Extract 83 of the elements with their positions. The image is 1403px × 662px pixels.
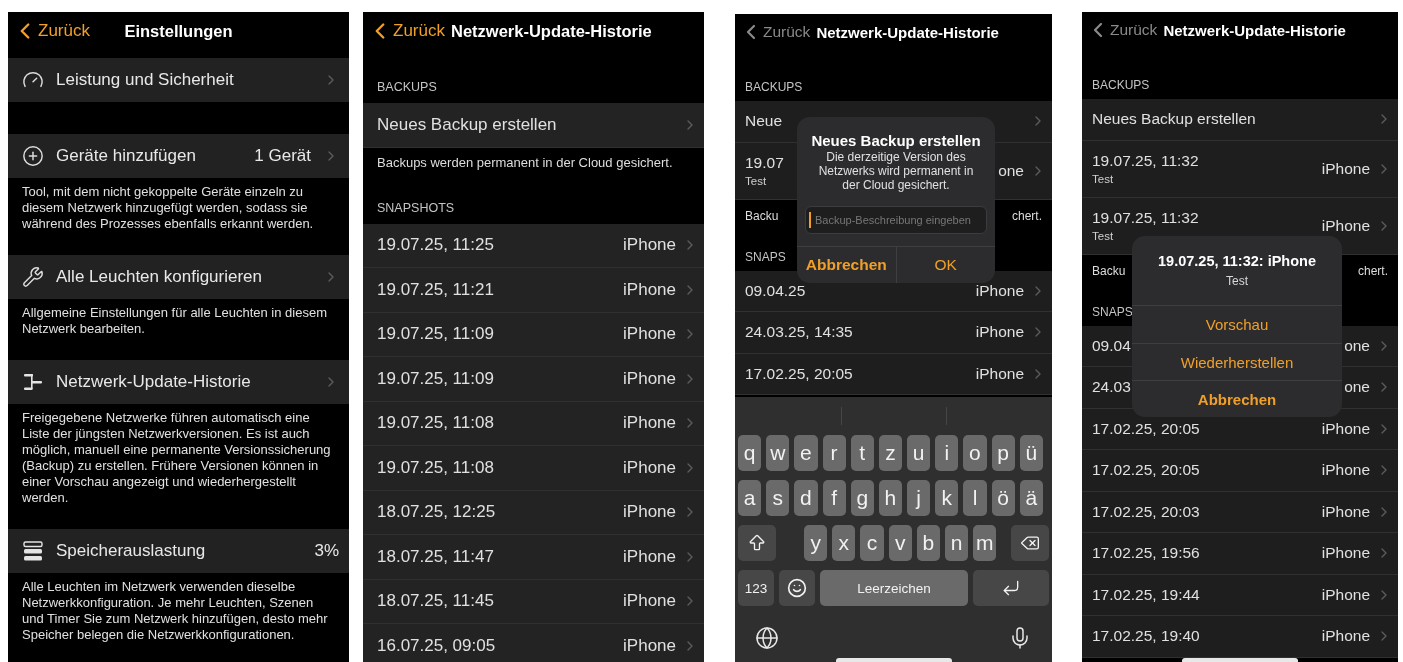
- row-label: 19.07.25, 11:08: [377, 457, 494, 478]
- row-description: Allgemeine Einstellungen für alle Leuchten in diesem Netzwerk bearbeiten.: [21, 304, 328, 338]
- device-label: one: [1344, 336, 1370, 355]
- screen-title: Netzwerk-Update-Historie: [1163, 21, 1346, 39]
- section-footer: Backu: [745, 207, 779, 224]
- row-label: 17.02.25, 19:40: [1092, 627, 1200, 646]
- screen-title: Einstellungen: [124, 21, 233, 41]
- row-label: 19.07.25, 11:08: [377, 413, 494, 434]
- row-description: Alle Leuchten im Netzwerk verwenden dieselbe Netzwerkkonfiguration. Je mehr Leuchten, Szenen und Timer Sie zum Netzwerk hinzufügen, desto mehr Speicher belegen die Netzwerkkonfigurationen.: [21, 578, 329, 644]
- row-label: 17.02.25, 20:05: [1092, 461, 1200, 480]
- device-label: iPhone: [1321, 627, 1370, 646]
- sheet-message: Test: [1226, 274, 1248, 289]
- device-label: iPhone: [975, 281, 1024, 300]
- row-note: Test: [745, 175, 767, 187]
- row-label: Speicherauslastung: [56, 541, 207, 561]
- row-label: 17.02.25, 19:44: [1092, 585, 1200, 604]
- row-label: Netzwerk-Update-Historie: [56, 372, 252, 392]
- device-label: iPhone: [1321, 419, 1370, 438]
- row-value: 1 Gerät: [254, 146, 311, 166]
- row-label: 09.04.25: [745, 281, 806, 300]
- row-value: 3%: [314, 541, 339, 561]
- row-label: 17.02.25, 20:03: [1092, 502, 1200, 521]
- device-label: iPhone: [1321, 216, 1370, 235]
- screen-title: Netzwerk-Update-Historie: [450, 21, 652, 41]
- row-label: 18.07.25, 11:45: [377, 591, 494, 612]
- device-label: one: [998, 161, 1024, 180]
- device-label: iPhone: [623, 368, 676, 389]
- row-label: 18.07.25, 11:47: [377, 546, 494, 567]
- device-label: iPhone: [1321, 502, 1370, 521]
- section-header: BACKUPS: [1092, 78, 1150, 93]
- row-label: Geräte hinzufügen: [56, 146, 197, 166]
- section-header: BACKUPS: [745, 80, 803, 95]
- row-description: Tool, mit dem nicht gekoppelte Geräte einzeln zu diesem Netzwerk hinzugefügt werden, sodass sie während des Prozesses ebenfalls erkannt werden.: [21, 183, 315, 233]
- device-label: iPhone: [623, 324, 676, 345]
- device-label: iPhone: [623, 457, 676, 478]
- device-label: iPhone: [975, 364, 1024, 383]
- device-label: one: [1344, 378, 1370, 397]
- section-header: BACKUPS: [377, 80, 437, 95]
- section-footer: chert.: [1012, 207, 1042, 224]
- device-label: iPhone: [623, 279, 676, 300]
- device-label: iPhone: [623, 235, 676, 256]
- row-label: 19.07.25, 11:09: [377, 368, 494, 389]
- section-header: SNAPS: [745, 249, 786, 265]
- row-label: 24.03.25, 14:35: [745, 323, 853, 342]
- device-label: iPhone: [1321, 544, 1370, 563]
- device-label: iPhone: [623, 502, 676, 523]
- row-label: Neues Backup erstellen: [1092, 110, 1256, 129]
- screen-title: Netzwerk-Update-Historie: [816, 23, 999, 41]
- device-label: iPhone: [1321, 159, 1370, 178]
- section-header: SNAPS: [1092, 304, 1133, 320]
- row-label: 16.07.25, 09:05: [377, 635, 496, 656]
- row-label: 17.02.25, 20:05: [1092, 419, 1200, 438]
- row-description: Freigegebene Netzwerke führen automatisch eine Liste der jüngsten Netzwerkversionen. Es ist auch möglich, manuell eine permanente Versionssicherung (Backup) zu erstellen. Frühere Versionen können in einer Vorschau angezeigt und wiederhergestellt werden.: [21, 409, 332, 507]
- sheet-title: 19.07.25, 11:32: iPhone: [1158, 252, 1316, 270]
- row-label: Neue: [745, 112, 783, 131]
- row-label: Alle Leuchten konfigurieren: [56, 267, 264, 287]
- row-label: 19.07.25, 11:25: [377, 235, 494, 256]
- section-header: SNAPSHOTS: [377, 200, 455, 216]
- row-label: 19.07.25, 11:21: [377, 279, 494, 300]
- row-label: Leistung und Sicherheit: [56, 70, 235, 90]
- row-label: 17.02.25, 20:05: [745, 364, 853, 383]
- row-label: 19.07.25, 11:09: [377, 324, 494, 345]
- row-label: 18.07.25, 12:25: [377, 502, 496, 523]
- device-label: iPhone: [1321, 585, 1370, 604]
- row-label: 19.07.25, 11:32: [1092, 209, 1199, 227]
- row-label: 09.04: [1092, 336, 1131, 355]
- row-label: 24.03: [1092, 378, 1131, 397]
- dialog-message: Die derzeitige Version des Netzwerks wird permanent in der Cloud gesichert.: [817, 150, 975, 192]
- row-note: Test: [1092, 230, 1114, 242]
- section-footer: Backups werden permanent in der Cloud gesichert.: [377, 154, 673, 171]
- device-label: iPhone: [623, 635, 676, 656]
- row-label: 19.07.25, 11:32: [1092, 152, 1199, 170]
- device-label: iPhone: [623, 413, 676, 434]
- device-label: iPhone: [1321, 461, 1370, 480]
- row-label: 19.07: [745, 154, 784, 172]
- section-footer: chert.: [1358, 262, 1388, 279]
- row-label: 17.02.25, 19:56: [1092, 544, 1200, 563]
- row-label: Neues Backup erstellen: [377, 114, 557, 135]
- row-note: Test: [1092, 173, 1114, 185]
- device-label: iPhone: [623, 546, 676, 567]
- device-label: iPhone: [975, 323, 1024, 342]
- device-label: iPhone: [623, 591, 676, 612]
- section-footer: Backu: [1092, 262, 1126, 279]
